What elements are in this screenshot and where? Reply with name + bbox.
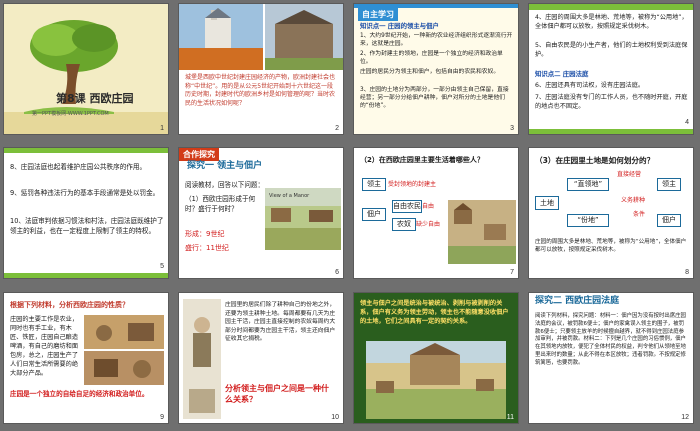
slide-footer: 第一PPT模板网-WWW.1PPT.COM xyxy=(32,111,109,117)
slide-number: 6 xyxy=(335,269,339,276)
content-line-1: 8、庄园法庭也起着维护庄园公共秩序的作用。 xyxy=(10,163,147,171)
slide-thumbnail-6[interactable]: 合作探究 探究一 领主与佃户 阅读教材，回答以下问题： （1）西欧庄园形成于何时… xyxy=(178,147,344,279)
answer-prevailed: 盛行：11世纪 xyxy=(185,244,229,252)
slide-number: 8 xyxy=(685,269,689,276)
manor-painting: View of a Manor xyxy=(265,188,341,250)
slide-thumbnail-12[interactable]: 探究二 西欧庄园法庭 阅读下列材料，探究问题：材料一：佃户因为没有按时出席庄园法… xyxy=(528,292,694,424)
material-text: 庄园的主要工作是农业，同时也有手工业，有木匠、铁匠，庄园自己酿造啤酒，有自己的磨… xyxy=(10,316,79,377)
content-line-4: 3、庄园的土地分为两部分，一部分由领主自己保留，直接经营；另一部分分给佃户耕种，… xyxy=(360,87,509,109)
section-tag: 合作探究 xyxy=(179,148,219,161)
free-note: 自由 xyxy=(422,203,435,210)
serf-box: 农奴 xyxy=(392,218,416,231)
lord-box: 领主 xyxy=(657,178,681,191)
slide-thumbnail-2[interactable]: 城堡是西欧中世纪封建庄园经济的产物，欧洲封建社会也称“中世纪”。用的是从公元5世… xyxy=(178,3,344,135)
material-text: 庄园里的居民们除了耕种自己的份地之外，还要为领主耕种土地。每周都要有几天为庄园主… xyxy=(225,302,336,343)
content-line-1: 1、大约9世纪开始，一种新的农业经济组织形式逐渐流行开来，这就是庄园。 xyxy=(360,33,513,47)
question-line: （1）西欧庄园形成于何时？盛行于何时？ xyxy=(185,195,256,213)
holding-box: “份地” xyxy=(567,214,609,227)
slide-number: 7 xyxy=(510,269,514,276)
free-peasant-box: 自由农民 xyxy=(392,200,422,213)
slide-thumbnail-3[interactable]: 自主学习 知识点一 庄园的领主与佃户 1、大约9世纪开始，一种新的农业经济组织形… xyxy=(353,3,519,135)
demesne-box: “直领地” xyxy=(567,178,609,191)
slide-thumbnail-1[interactable]: 第8课 西欧庄园 第一PPT模板网-WWW.1PPT.COM 1 xyxy=(3,3,169,135)
slide-title: 探究一 领主与佃户 xyxy=(187,161,263,171)
slide-number: 1 xyxy=(160,125,164,132)
serf-note: 缺少自由 xyxy=(416,221,441,228)
condition-note: 条件 xyxy=(633,211,646,218)
painting-caption: View of a Manor xyxy=(269,193,310,199)
knowledge-point: 知识点二 庄园法庭 xyxy=(535,70,589,78)
slide-thumbnail-7[interactable]: （2）在西欧庄园里主要生活着哪些人？ 领主 受封领地的封建主 佃户 自由农民 自… xyxy=(353,147,519,279)
section-tag: 自主学习 xyxy=(358,8,398,21)
workshop-illustration xyxy=(84,315,164,385)
slide-thumbnail-4[interactable]: 4、庄园的周围大多是林地、荒地等，被称为“公用地”，全体佃户都可以放牧，按照规定… xyxy=(528,3,694,135)
slide-title: 根据下列材料，分析西欧庄园的性质？ xyxy=(10,301,129,309)
bottom-band xyxy=(529,129,693,134)
answer-text: 领主与佃户之间是统治与被统治、剥削与被剥削的关系，佃户有义务为领主劳动，领主也不… xyxy=(360,300,509,325)
duty-note: 义务耕种 xyxy=(621,197,646,204)
slide-number: 10 xyxy=(331,414,339,421)
slide-number: 12 xyxy=(681,414,689,421)
conclusion: 庄园是一个独立的自给自足的经济和政治单位。 xyxy=(10,390,149,398)
slide-number: 9 xyxy=(160,414,164,421)
top-band xyxy=(529,4,693,10)
castle-photo xyxy=(179,4,343,70)
content-line-4: 7、庄园法庭没有专门的工作人员，也不随时开庭，开庭的地点也不固定。 xyxy=(535,94,688,110)
analysis-question: 分析领主与佃户之间是一种什么关系？ xyxy=(225,384,329,404)
tenant-box: 佃户 xyxy=(657,214,681,227)
manor-illustration xyxy=(366,341,506,419)
slide-number: 11 xyxy=(506,414,514,421)
bottom-band xyxy=(4,273,168,278)
slide-caption: 城堡是西欧中世纪封建庄园经济的产物，欧洲封建社会也称“中世纪”。用的是从公元5世… xyxy=(185,74,336,107)
slide-thumbnail-11[interactable]: 领主与佃户之间是统治与被统治、剥削与被剥削的关系，佃户有义务为领主劳动，领主也不… xyxy=(353,292,519,424)
tenant-box: 佃户 xyxy=(362,208,386,221)
village-illustration xyxy=(448,200,516,264)
content-line-3: 10、法庭审判依据习惯法和村法，庄园法庭既维护了领主的利益，也在一定程度上限制了… xyxy=(10,217,164,235)
slide-number: 5 xyxy=(160,263,164,270)
slide-number: 2 xyxy=(335,125,339,132)
content-line-2: 5、自由农民是的小生产者，他们的土地权利受到法庭保护。 xyxy=(535,42,688,58)
land-box: 土地 xyxy=(535,196,559,210)
lord-note: 受封领地的封建主 xyxy=(388,181,437,188)
knowledge-point: 知识点一 庄园的领主与佃户 xyxy=(360,22,439,30)
farmer-illustration xyxy=(183,299,221,419)
content-line-2: 2、作为封建主的领地，庄园是一个独立的经济和政治单位。 xyxy=(360,51,503,65)
lord-box: 领主 xyxy=(362,178,386,191)
slide-caption: 庄园的周围大多是林地、荒地等，被称为“公用地”，全体佃户都可以放牧，按照规定采伐… xyxy=(535,239,687,253)
slide-number: 3 xyxy=(510,125,514,132)
direct-note: 直接经营 xyxy=(617,171,642,178)
slide-title: 探究二 西欧庄园法庭 xyxy=(535,296,620,306)
slide-number: 4 xyxy=(685,119,689,126)
slide-thumbnail-5[interactable]: 8、庄园法庭也起着维护庄园公共秩序的作用。 9、惩罚各种违法行为的基本手段通常是… xyxy=(3,147,169,279)
answer-formed: 形成：9世纪 xyxy=(185,230,225,238)
content-line-2: 9、惩罚各种违法行为的基本手段通常是处以罚金。 xyxy=(10,189,160,197)
content-line-1: 4、庄园的周围大多是林地、荒地等，被称为“公用地”，全体佃户都可以放牧，按照规定… xyxy=(535,14,688,30)
question: （3）在庄园里土地是如何划分的？ xyxy=(535,156,655,165)
slide-thumbnail-10[interactable]: 庄园里的居民们除了耕种自己的份地之外，还要为领主耕种土地。每周都要有几天为庄园主… xyxy=(178,292,344,424)
slide-thumbnail-9[interactable]: 根据下列材料，分析西欧庄园的性质？ 庄园的主要工作是农业，同时也有手工业，有木匠… xyxy=(3,292,169,424)
slide-grid: 第8课 西欧庄园 第一PPT模板网-WWW.1PPT.COM 1 城堡是西欧中世… xyxy=(0,0,700,431)
question: （2）在西欧庄园里主要生活着哪些人？ xyxy=(360,156,484,164)
content-line-3: 庄园的居民分为领主和佃户，包括自由的农民和农奴。 xyxy=(360,69,500,75)
content-line-3: 6、庄园还具有司法权，设有庄园法庭。 xyxy=(535,82,645,89)
slide-title: 第8课 西欧庄园 xyxy=(56,92,134,105)
top-band xyxy=(4,148,168,153)
material-text: 阅读下列材料，探究问题：材料一：佃户因为没有按时出席庄园法庭的会议，被罚款6便士… xyxy=(535,313,686,366)
prompt-line: 阅读教材，回答以下问题： xyxy=(185,181,265,189)
slide-thumbnail-8[interactable]: （3）在庄园里土地是如何划分的？ 土地 “直领地” “份地” 领主 佃户 直接经… xyxy=(528,147,694,279)
